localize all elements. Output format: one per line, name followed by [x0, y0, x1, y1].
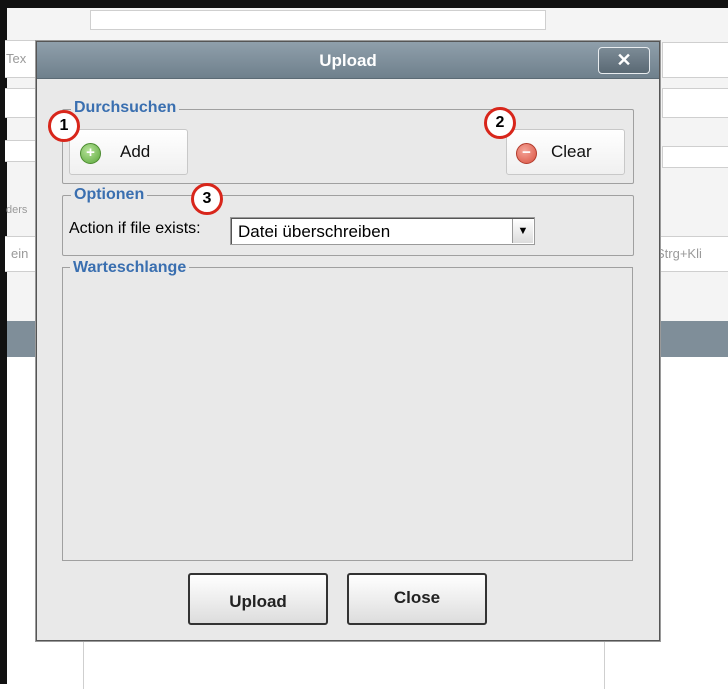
background-text-strg: Strg+Kli: [656, 246, 702, 261]
background-text-ders: ders: [6, 204, 28, 216]
action-if-exists-label: Action if file exists:: [69, 220, 201, 237]
plus-circle-icon: +: [80, 143, 101, 164]
clear-button-label: Clear: [551, 142, 592, 161]
action-if-exists-value: Datei überschreiben: [238, 222, 391, 241]
annotation-marker-1: 1: [48, 110, 80, 142]
close-icon[interactable]: ✕: [598, 47, 650, 74]
dialog-titlebar[interactable]: Upload ✕: [37, 42, 659, 79]
background-input-right-2: [662, 88, 728, 118]
dialog-title: Upload: [319, 51, 377, 70]
background-input-right-3: [662, 146, 728, 168]
annotation-marker-3: 3: [191, 183, 223, 215]
action-if-exists-select[interactable]: Datei überschreiben ▼: [230, 217, 535, 245]
background-input-left-2: [5, 88, 36, 118]
clear-button[interactable]: − Clear: [506, 129, 625, 175]
add-button-label: Add: [120, 142, 151, 161]
browse-legend: Durchsuchen: [71, 99, 180, 117]
queue-legend: Warteschlange: [70, 259, 190, 277]
annotation-marker-2: 2: [484, 107, 516, 139]
background-text-ein: ein: [11, 246, 29, 261]
background-text-tex: Tex: [6, 51, 27, 66]
close-button[interactable]: Close: [347, 573, 487, 625]
add-button[interactable]: + Add: [69, 129, 188, 175]
background-input-top: [90, 10, 546, 30]
options-legend: Optionen: [71, 186, 148, 204]
background-input-left-3: [5, 140, 36, 162]
queue-list[interactable]: [62, 267, 633, 561]
upload-button[interactable]: Upload: [188, 573, 328, 625]
upload-dialog: Upload ✕ Durchsuchen + Add − Clear Optio…: [36, 41, 660, 641]
minus-circle-icon: −: [516, 143, 537, 164]
dropdown-arrow-icon[interactable]: ▼: [512, 219, 533, 243]
background-lower-panel: [83, 638, 605, 689]
screenshot-frame-top: [0, 0, 728, 8]
background-input-right: [662, 42, 728, 78]
